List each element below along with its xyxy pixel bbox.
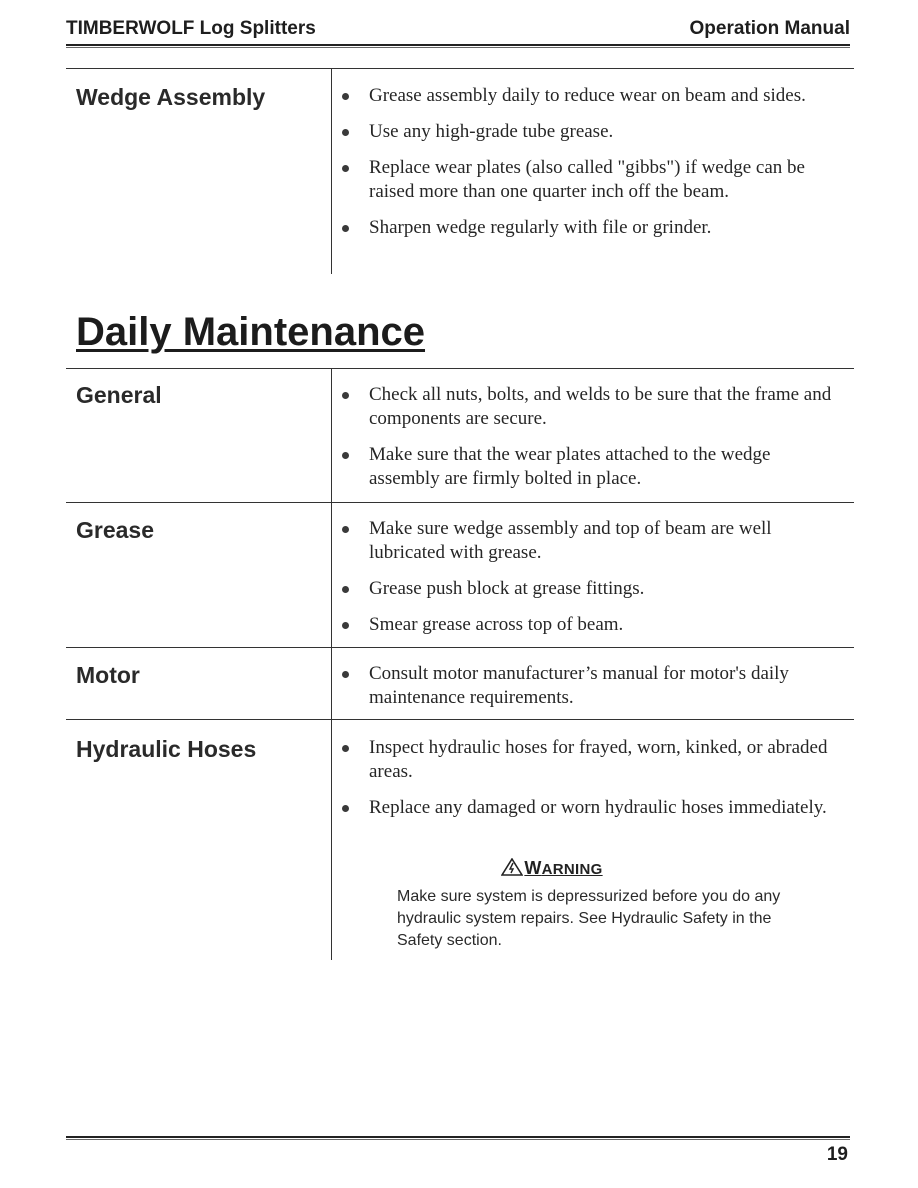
grease-list: Make sure wedge assembly and top of beam… xyxy=(342,517,842,649)
page-number: 19 xyxy=(826,1144,848,1165)
wedge-assembly-list: Grease assembly daily to reduce wear on … xyxy=(342,84,842,252)
list-item: Replace any damaged or worn hydraulic ho… xyxy=(342,796,842,820)
column-divider xyxy=(331,368,332,960)
section-divider xyxy=(66,719,854,720)
section-divider xyxy=(66,647,854,648)
list-item: Replace wear plates (also called "gibbs"… xyxy=(342,156,842,204)
section-divider xyxy=(66,502,854,503)
section-divider xyxy=(66,368,854,369)
column-divider xyxy=(331,68,332,274)
list-item: Make sure that the wear plates attached … xyxy=(342,443,842,491)
list-item: Grease push block at grease fittings. xyxy=(342,577,842,601)
manual-brand-title: TIMBERWOLF Log Splitters xyxy=(66,18,316,39)
list-item: Check all nuts, bolts, and welds to be s… xyxy=(342,383,842,431)
list-item: Smear grease across top of beam. xyxy=(342,613,842,637)
manual-type-title: Operation Manual xyxy=(689,18,850,39)
footer-divider-thin xyxy=(66,1139,850,1140)
section-label-grease: Grease xyxy=(76,517,155,543)
list-item: Consult motor manufacturer’s manual for … xyxy=(342,662,842,710)
list-item: Use any high-grade tube grease. xyxy=(342,120,842,144)
warning-title: WARNING xyxy=(397,857,707,880)
section-label-motor: Motor xyxy=(76,662,140,688)
page-title: Daily Maintenance xyxy=(76,310,426,354)
list-item: Inspect hydraulic hoses for frayed, worn… xyxy=(342,736,842,784)
section-divider xyxy=(66,68,854,69)
section-label-hydraulic-hoses: Hydraulic Hoses xyxy=(76,736,257,762)
header-divider-thin xyxy=(66,47,850,48)
section-label-general: General xyxy=(76,382,162,408)
footer-divider xyxy=(66,1136,850,1138)
warning-callout: WARNING Make sure system is depressurize… xyxy=(397,857,817,952)
list-item: Sharpen wedge regularly with file or gri… xyxy=(342,216,842,240)
header-divider xyxy=(66,44,850,46)
page-header: TIMBERWOLF Log Splitters Operation Manua… xyxy=(66,18,850,44)
list-item: Make sure wedge assembly and top of beam… xyxy=(342,517,842,565)
section-label-wedge-assembly: Wedge Assembly xyxy=(76,84,266,110)
warning-text: Make sure system is depressurized before… xyxy=(397,888,781,949)
hydraulic-hoses-list: Inspect hydraulic hoses for frayed, worn… xyxy=(342,736,842,832)
warning-triangle-icon xyxy=(500,857,524,880)
warning-title-rest: ARNING xyxy=(541,861,603,878)
warning-title-initial: W xyxy=(524,858,542,878)
motor-list: Consult motor manufacturer’s manual for … xyxy=(342,662,842,722)
list-item: Grease assembly daily to reduce wear on … xyxy=(342,84,842,108)
general-list: Check all nuts, bolts, and welds to be s… xyxy=(342,383,842,503)
